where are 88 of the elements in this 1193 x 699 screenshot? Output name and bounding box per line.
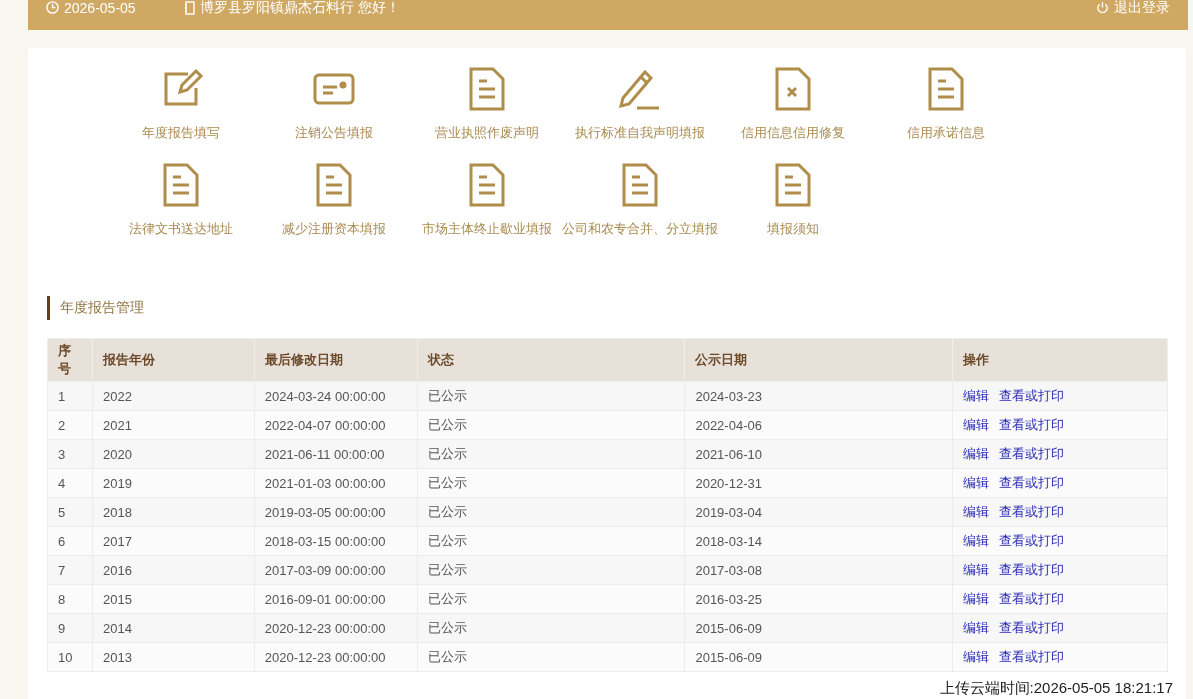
shortcut-link[interactable]: 填报须知 (716, 162, 869, 238)
edit-link[interactable]: 编辑 (963, 446, 990, 461)
table-cell: 2021-06-10 (684, 439, 953, 469)
table-cell: 2019-03-05 00:00:00 (254, 497, 418, 527)
view-print-link[interactable]: 查看或打印 (999, 388, 1065, 403)
table-cell: 2020-12-23 00:00:00 (254, 642, 418, 672)
table-cell: 2015-06-09 (684, 613, 953, 643)
power-icon (1096, 1, 1109, 14)
edit-link[interactable]: 编辑 (963, 504, 990, 519)
table-cell: 2019 (92, 468, 255, 498)
table-cell: 4 (47, 468, 93, 498)
section-title: 年度报告管理 (47, 296, 1186, 320)
table-cell: 2014 (92, 613, 255, 643)
edit-link[interactable]: 编辑 (963, 562, 990, 577)
table-cell: 2020-12-23 00:00:00 (254, 613, 418, 643)
table-cell: 6 (47, 526, 93, 556)
table-cell: 7 (47, 555, 93, 585)
table-cell: 已公示 (417, 439, 685, 469)
notebook-icon (183, 0, 195, 15)
table-cell: 已公示 (417, 613, 685, 643)
shortcut-link[interactable]: 执行标准自我声明填报 (563, 66, 716, 142)
column-header: 最后修改日期 (254, 338, 418, 382)
column-header: 状态 (417, 338, 685, 382)
edit-link[interactable]: 编辑 (963, 533, 990, 548)
view-print-link[interactable]: 查看或打印 (999, 446, 1065, 461)
view-print-link[interactable]: 查看或打印 (999, 649, 1065, 664)
table-cell: 2024-03-23 (684, 381, 953, 411)
shortcut-link[interactable]: 营业执照作废声明 (410, 66, 563, 142)
column-header: 公示日期 (684, 338, 953, 382)
table-cell: 2015 (92, 584, 255, 614)
table-cell: 2017-03-09 00:00:00 (254, 555, 418, 585)
shortcut-link[interactable]: 公司和农专合并、分立填报 (563, 162, 716, 238)
table-cell: 2021-01-03 00:00:00 (254, 468, 418, 498)
table-cell: 2021 (92, 410, 255, 440)
view-print-link[interactable]: 查看或打印 (999, 562, 1065, 577)
column-header: 报告年份 (92, 338, 255, 382)
column-header: 操作 (952, 338, 1168, 382)
view-print-link[interactable]: 查看或打印 (999, 504, 1065, 519)
table-cell: 2016 (92, 555, 255, 585)
edit-link[interactable]: 编辑 (963, 620, 990, 635)
table-cell: 2020 (92, 439, 255, 469)
table-cell: 8 (47, 584, 93, 614)
table-cell: 已公示 (417, 497, 685, 527)
table-cell: 2017 (92, 526, 255, 556)
table-cell: 2018-03-15 00:00:00 (254, 526, 418, 556)
table-cell: 9 (47, 613, 93, 643)
edit-link[interactable]: 编辑 (963, 475, 990, 490)
table-cell: 2013 (92, 642, 255, 672)
column-header: 序号 (47, 338, 93, 382)
table-cell: 2016-09-01 00:00:00 (254, 584, 418, 614)
table-cell: 10 (47, 642, 93, 672)
table-cell: 已公示 (417, 584, 685, 614)
edit-link[interactable]: 编辑 (963, 417, 990, 432)
view-print-link[interactable]: 查看或打印 (999, 620, 1065, 635)
table-cell: 2018 (92, 497, 255, 527)
table-cell: 已公示 (417, 468, 685, 498)
table-cell: 已公示 (417, 555, 685, 585)
table-cell: 2017-03-08 (684, 555, 953, 585)
edit-link[interactable]: 编辑 (963, 388, 990, 403)
table-cell: 2 (47, 410, 93, 440)
table-cell: 2022-04-07 00:00:00 (254, 410, 418, 440)
shortcut-link[interactable]: 市场主体终止歇业填报 (410, 162, 563, 238)
view-print-link[interactable]: 查看或打印 (999, 417, 1065, 432)
table-cell: 2016-03-25 (684, 584, 953, 614)
table-cell: 已公示 (417, 381, 685, 411)
table-cell: 2022 (92, 381, 255, 411)
view-print-link[interactable]: 查看或打印 (999, 591, 1065, 606)
table-cell: 已公示 (417, 526, 685, 556)
table-cell: 2019-03-04 (684, 497, 953, 527)
edit-link[interactable]: 编辑 (963, 649, 990, 664)
table-cell: 1 (47, 381, 93, 411)
table-cell: 2020-12-31 (684, 468, 953, 498)
view-print-link[interactable]: 查看或打印 (999, 533, 1065, 548)
current-date: 2026-05-05 (64, 0, 136, 16)
view-print-link[interactable]: 查看或打印 (999, 475, 1065, 490)
table-cell: 2021-06-11 00:00:00 (254, 439, 418, 469)
greeting-text: 博罗县罗阳镇鼎杰石料行 您好！ (199, 0, 400, 17)
table-cell: 已公示 (417, 642, 685, 672)
table-cell: 2018-03-14 (684, 526, 953, 556)
table-cell: 2022-04-06 (684, 410, 953, 440)
table-cell: 2015-06-09 (684, 642, 953, 672)
table-cell: 3 (47, 439, 93, 469)
table-cell: 5 (47, 497, 93, 527)
clock-icon (46, 1, 59, 14)
table-cell: 2024-03-24 00:00:00 (254, 381, 418, 411)
edit-link[interactable]: 编辑 (963, 591, 990, 606)
table-cell: 已公示 (417, 410, 685, 440)
upload-timestamp: 上传云端时间:2026-05-05 18:21:17 (939, 679, 1173, 696)
